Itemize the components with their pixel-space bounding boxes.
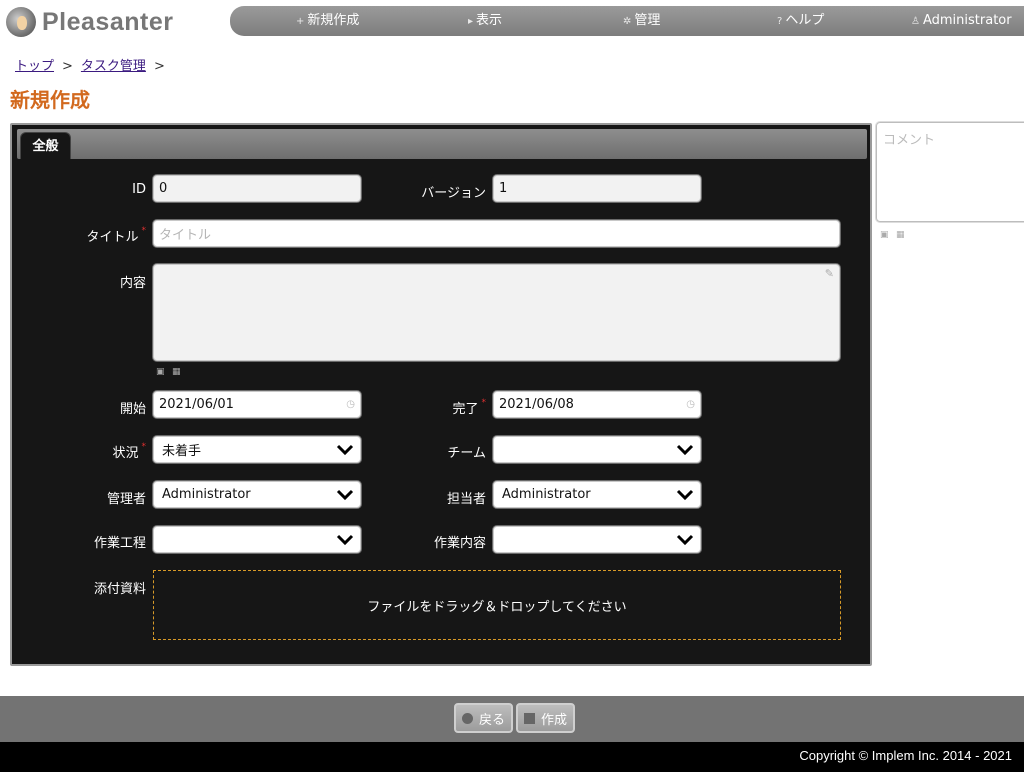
back-icon — [462, 712, 473, 724]
chevron-down-icon — [676, 444, 694, 455]
version-field[interactable]: 1 — [493, 175, 701, 202]
copyright-text: Copyright © Implem Inc. 2014 - 2021 — [799, 748, 1012, 763]
owner-value: Administrator — [502, 487, 591, 502]
work-content-select[interactable] — [493, 526, 701, 553]
disk-icon — [524, 712, 535, 724]
manager-value: Administrator — [162, 487, 251, 502]
page-title: 新規作成 — [10, 88, 90, 112]
nav-user[interactable]: ♙ Administrator — [911, 6, 1012, 36]
caret-right-icon: ▸ — [468, 16, 474, 27]
nav-new-label: 新規作成 — [307, 13, 360, 28]
dropzone-text: ファイルをドラッグ＆ドロップしてください — [367, 599, 627, 615]
team-select[interactable] — [493, 436, 701, 463]
required-mark: * — [481, 398, 487, 408]
work-process-label: 作業工程 — [93, 536, 146, 551]
top-nav-bar: + 新規作成 ▸ 表示 ✲ 管理 ? ヘルプ ♙ Administrator — [230, 6, 1024, 36]
nav-manage[interactable]: ✲ 管理 — [623, 6, 660, 36]
nav-manage-label: 管理 — [634, 13, 661, 28]
complete-label-text: 完了 — [452, 402, 479, 417]
clock-icon[interactable]: ◷ — [346, 399, 355, 410]
chevron-down-icon — [336, 534, 354, 545]
chevron-down-icon — [336, 444, 354, 455]
image-icon[interactable]: ▣ — [156, 367, 165, 377]
logo-text: Pleasanter — [42, 7, 174, 36]
command-bar: 戻る 作成 — [0, 696, 1024, 742]
status-select[interactable]: 未着手 — [153, 436, 361, 463]
pencil-icon[interactable]: ✎ — [825, 267, 834, 280]
nav-help-label: ヘルプ — [785, 13, 825, 28]
work-content-label: 作業内容 — [433, 536, 486, 551]
breadcrumb-separator: > — [153, 59, 165, 74]
title-input[interactable]: タイトル — [153, 220, 840, 247]
pleasanter-logo-icon — [6, 7, 36, 37]
gear-icon: ✲ — [623, 16, 632, 27]
nav-view-label: 表示 — [476, 13, 503, 28]
tab-general[interactable]: 全般 — [20, 132, 71, 159]
nav-user-label: Administrator — [922, 13, 1012, 28]
user-icon: ♙ — [911, 16, 920, 27]
create-button-label: 作成 — [541, 712, 568, 728]
title-placeholder: タイトル — [159, 228, 212, 243]
breadcrumb-top[interactable]: トップ — [15, 59, 54, 74]
team-label: チーム — [447, 446, 486, 461]
comment-placeholder: コメント — [883, 133, 936, 148]
editor-panel: 全般 ID 0 バージョン 1 タイトル * タイトル 内容 ✎ ▣ ▦ 開始 2… — [10, 123, 872, 666]
create-button[interactable]: 作成 — [516, 703, 576, 733]
status-label: 状況 * — [52, 442, 146, 461]
grid-icon[interactable]: ▦ — [172, 367, 181, 377]
help-icon: ? — [777, 16, 783, 27]
body-textarea[interactable]: ✎ — [153, 264, 840, 361]
clock-icon[interactable]: ◷ — [686, 399, 695, 410]
required-mark: * — [141, 442, 147, 452]
breadcrumb-separator: > — [62, 59, 73, 74]
version-label: バージョン — [421, 186, 486, 201]
title-label-text: タイトル — [86, 230, 139, 245]
nav-help[interactable]: ? ヘルプ — [777, 6, 824, 36]
id-value: 0 — [159, 181, 168, 196]
back-button-label: 戻る — [479, 712, 506, 728]
manager-label: 管理者 — [106, 492, 146, 507]
attachments-dropzone[interactable]: ファイルをドラッグ＆ドロップしてください — [153, 570, 841, 640]
owner-select[interactable]: Administrator — [493, 481, 701, 508]
body-label: 内容 — [119, 276, 146, 291]
id-label: ID — [132, 182, 146, 197]
work-process-select[interactable] — [153, 526, 361, 553]
grid-icon[interactable]: ▦ — [896, 230, 905, 240]
logo[interactable]: Pleasanter — [6, 5, 196, 39]
plus-icon: + — [296, 16, 305, 27]
start-date-value: 2021/06/01 — [159, 397, 234, 412]
manager-select[interactable]: Administrator — [153, 481, 361, 508]
footer: Copyright © Implem Inc. 2014 - 2021 — [0, 742, 1024, 772]
chevron-down-icon — [336, 489, 354, 500]
breadcrumb-task-management[interactable]: タスク管理 — [81, 59, 146, 74]
nav-view[interactable]: ▸ 表示 — [468, 6, 502, 36]
start-label: 開始 — [119, 402, 146, 417]
version-value: 1 — [499, 181, 508, 196]
owner-label: 担当者 — [446, 492, 486, 507]
tab-bar: 全般 — [17, 129, 867, 159]
status-value: 未着手 — [162, 444, 202, 459]
comment-input[interactable]: コメント — [876, 122, 1024, 222]
attachments-label: 添付資料 — [93, 582, 146, 597]
image-icon[interactable]: ▣ — [880, 230, 889, 240]
chevron-down-icon — [676, 534, 694, 545]
required-mark: * — [141, 226, 147, 236]
nav-new[interactable]: + 新規作成 — [296, 6, 359, 36]
complete-label: 完了 * — [392, 398, 486, 417]
chevron-down-icon — [676, 489, 694, 500]
breadcrumb: トップ > タスク管理 > — [15, 55, 173, 74]
title-label: タイトル * — [52, 226, 146, 245]
status-label-text: 状況 — [112, 446, 139, 461]
start-date-input[interactable]: 2021/06/01 ◷ — [153, 391, 361, 418]
complete-date-value: 2021/06/08 — [499, 397, 574, 412]
back-button[interactable]: 戻る — [454, 703, 514, 733]
complete-date-input[interactable]: 2021/06/08 ◷ — [493, 391, 701, 418]
id-field[interactable]: 0 — [153, 175, 361, 202]
